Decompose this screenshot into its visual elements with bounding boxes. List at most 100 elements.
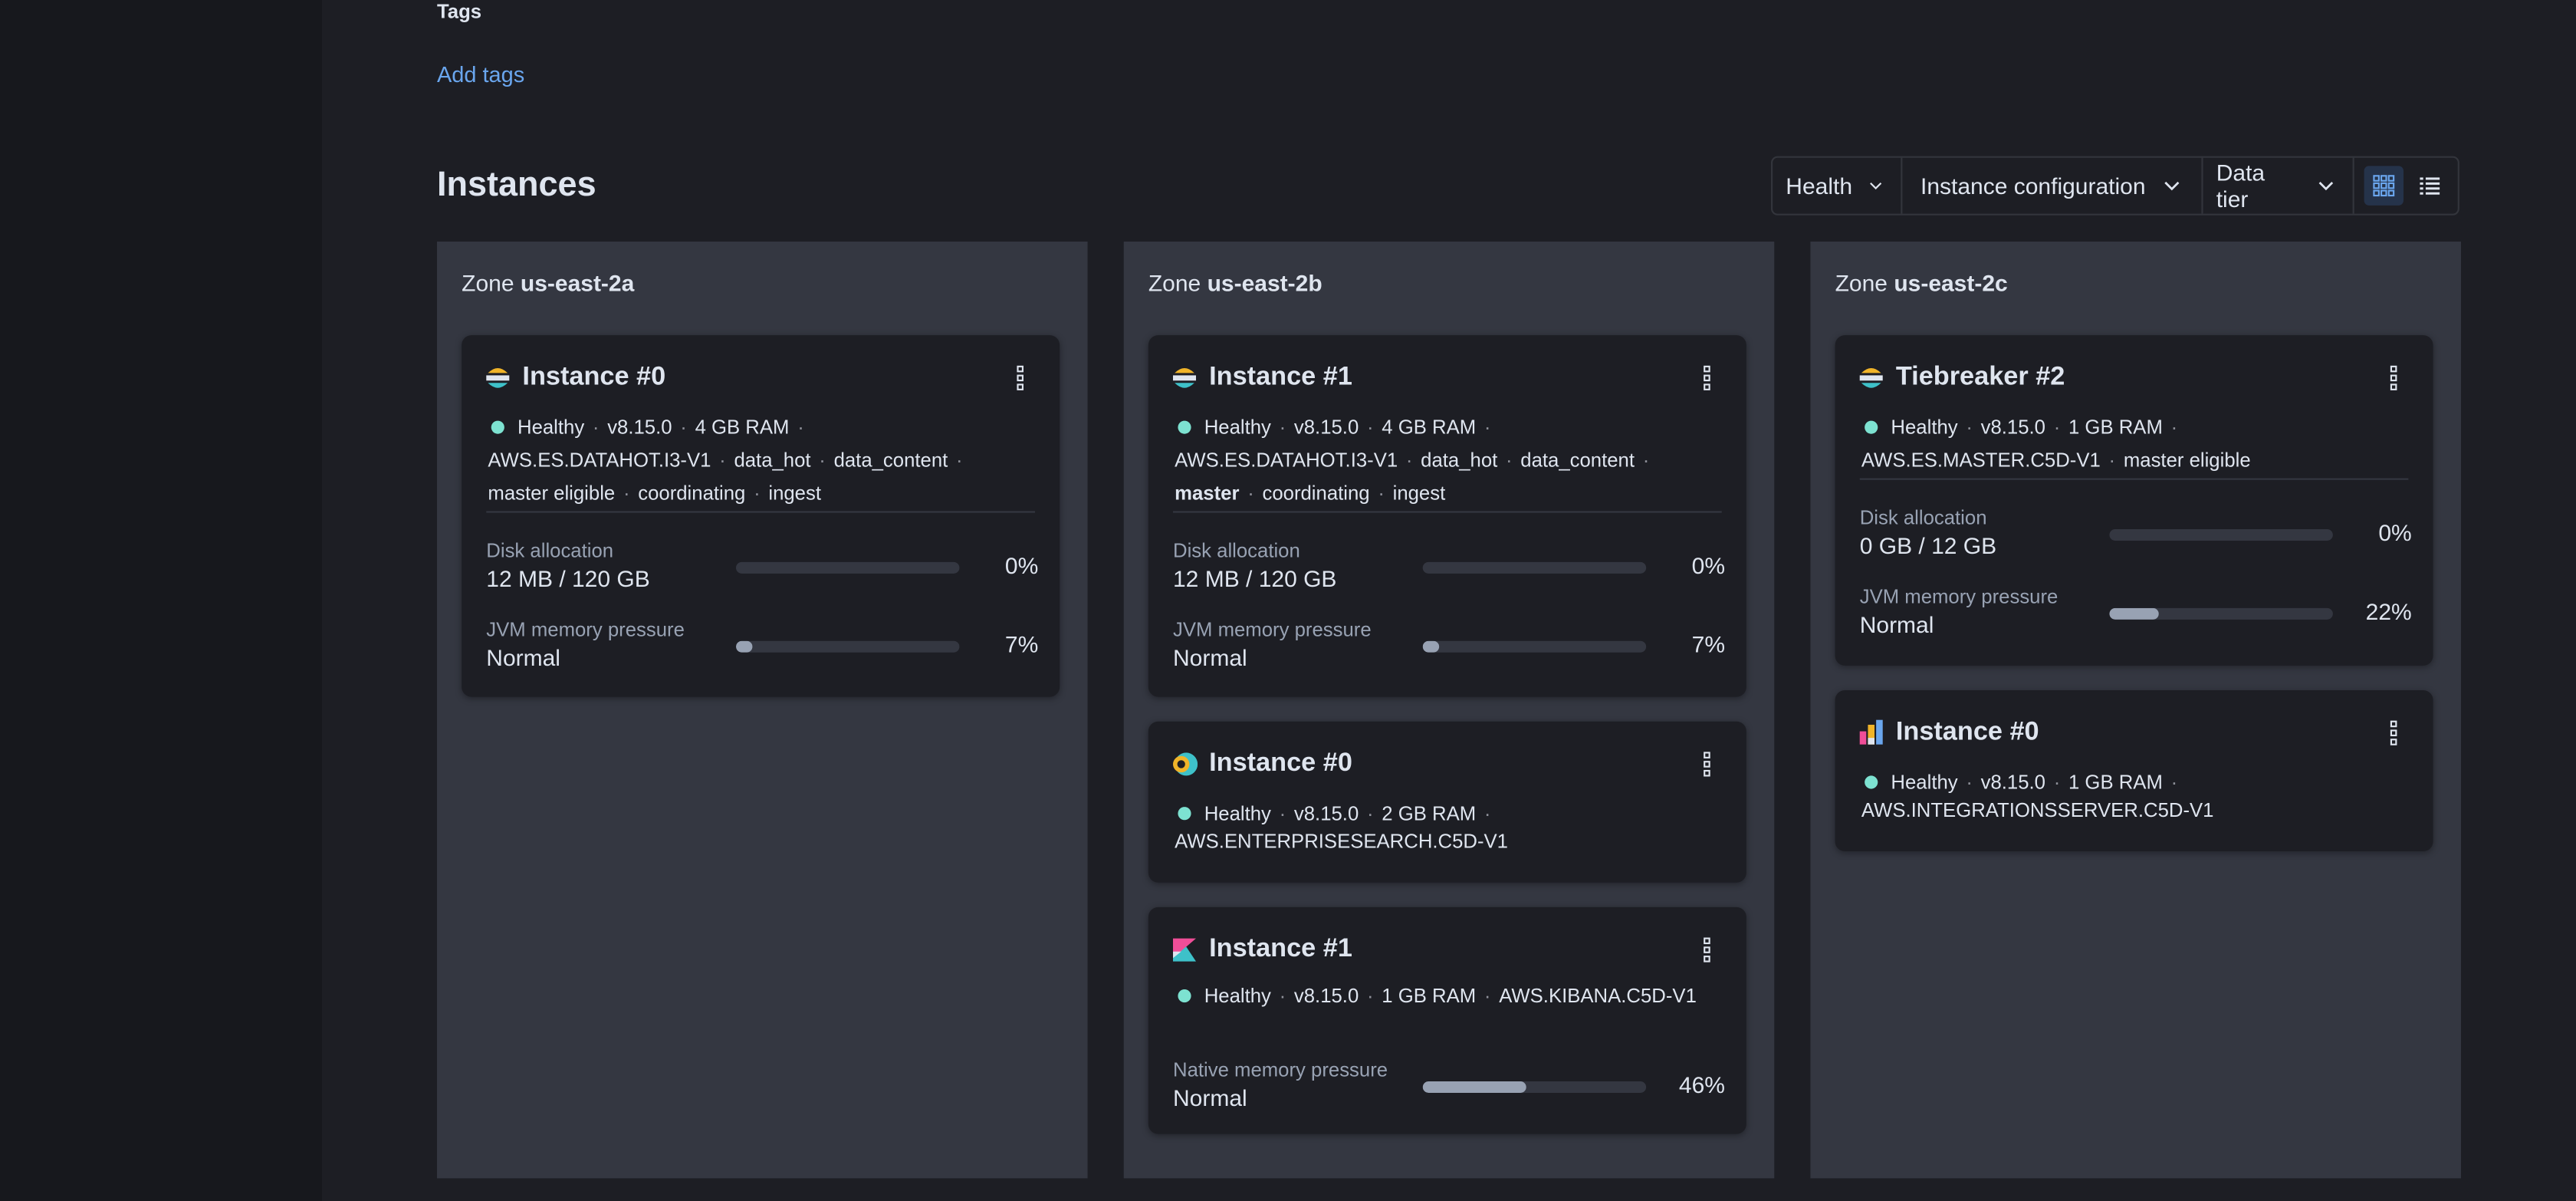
- health-status: Healthy: [1204, 416, 1271, 439]
- metric-label: Disk allocation: [1173, 538, 1300, 562]
- zone-title: Zone us-east-2b: [1148, 269, 1322, 295]
- metric-label: JVM memory pressure: [1859, 584, 2058, 608]
- ram: 1 GB RAM: [2068, 416, 2163, 439]
- list-view-button[interactable]: [2410, 166, 2450, 205]
- tags-label: Tags: [437, 0, 482, 23]
- instance-title: Instance #1: [1209, 363, 1352, 391]
- health-status-icon: [1178, 989, 1191, 1003]
- health-status-icon: [1865, 420, 1878, 434]
- jvm-memory-metric: JVM memory pressure Normal 22%: [1860, 585, 2412, 644]
- health-status-icon: [491, 420, 504, 434]
- ram: 1 GB RAM: [2068, 770, 2163, 794]
- data-tier-filter-button[interactable]: Data tier: [2203, 157, 2354, 214]
- instance-title: Instance #0: [1895, 718, 2039, 746]
- card-header: Instance #1: [1171, 364, 1352, 393]
- role: ingest: [768, 481, 821, 505]
- metric-percent: 0%: [1004, 552, 1039, 579]
- zone-prefix: Zone: [462, 269, 514, 296]
- instance-card[interactable]: Instance #0 Healthy · v8.15.0 · 1 GB RAM · AW…: [1835, 690, 2433, 851]
- progress-fill: [2109, 607, 2159, 620]
- metric-label: Disk allocation: [1859, 506, 1987, 529]
- instance-card[interactable]: Instance #1 Healthy · v8.15.0 · 1 GB RAM · AWS…: [1148, 907, 1746, 1134]
- progress-fill: [1422, 640, 1439, 653]
- progress-bar: [736, 640, 960, 653]
- health-status: Healthy: [1204, 984, 1271, 1008]
- progress-bar: [1422, 1081, 1647, 1093]
- metric-value: 0 GB / 12 GB: [1859, 532, 1997, 559]
- progress-bar: [2109, 607, 2333, 620]
- more-options-icon[interactable]: [1700, 751, 1714, 777]
- progress-fill: [736, 640, 752, 653]
- data-tier-filter-label: Data tier: [2216, 159, 2266, 212]
- zone-us-east-2a: Zone us-east-2a Instance #0 Healthy · v8.1…: [437, 242, 1088, 1179]
- health-status: Healthy: [1891, 416, 1958, 439]
- role: coordinating: [1262, 481, 1370, 505]
- metric-value: Normal: [1859, 611, 1934, 638]
- grid-view-button[interactable]: [2364, 166, 2404, 206]
- add-tags-link[interactable]: Add tags: [437, 62, 524, 87]
- instance-card[interactable]: Instance #0 Healthy · v8.15.0 · 4 GB RAM · AW…: [462, 335, 1060, 697]
- metric-percent: 7%: [1691, 630, 1725, 658]
- instance-config: AWS.ES.DATAHOT.I3-V1: [488, 449, 711, 472]
- more-options-icon[interactable]: [1700, 365, 1714, 391]
- disk-allocation-metric: Disk allocation 0 GB / 12 GB 0%: [1860, 506, 2412, 565]
- health-status: Healthy: [1891, 770, 1958, 794]
- health-status-icon: [1178, 420, 1191, 434]
- ram: 2 GB RAM: [1382, 801, 1477, 825]
- health-filter-button[interactable]: Health: [1773, 157, 1903, 214]
- card-header: Instance #0: [485, 364, 665, 393]
- instance-card[interactable]: Instance #1 Healthy · v8.15.0 · 4 GB RAM · AW…: [1148, 335, 1746, 697]
- role: ingest: [1392, 481, 1446, 505]
- role: data_content: [833, 449, 948, 472]
- metric-label: Native memory pressure: [1173, 1058, 1388, 1081]
- metric-value: 12 MB / 120 GB: [486, 565, 650, 592]
- zone-prefix: Zone: [1835, 269, 1888, 296]
- role: data_hot: [734, 449, 811, 472]
- more-options-icon[interactable]: [2387, 365, 2400, 391]
- instance-meta: Healthy · v8.15.0 · 2 GB RAM · AWS.ENTERPRISE…: [1175, 801, 1509, 854]
- ram: 1 GB RAM: [1382, 984, 1477, 1008]
- ram: 4 GB RAM: [1382, 416, 1477, 439]
- role: master eligible: [488, 481, 616, 505]
- more-options-icon[interactable]: [2387, 720, 2400, 746]
- integrations-server-icon: [1859, 719, 1883, 745]
- zone-name: us-east-2a: [520, 269, 635, 296]
- instance-meta: Healthy · v8.15.0 · 1 GB RAM · AWS.INTEGRATIO…: [1861, 770, 2214, 822]
- health-status: Healthy: [1204, 801, 1271, 825]
- role: data_hot: [1421, 449, 1498, 472]
- instance-meta: Healthy · v8.15.0 · 1 GB RAM · AWS.KIBANA.C5D-…: [1175, 979, 1723, 1012]
- more-options-icon[interactable]: [1014, 365, 1027, 391]
- jvm-memory-metric: JVM memory pressure Normal 7%: [486, 618, 1038, 677]
- metric-label: Disk allocation: [486, 538, 614, 562]
- kibana-icon: [1173, 938, 1196, 962]
- left-sidebar: [0, 0, 324, 1201]
- health-status-icon: [1178, 807, 1191, 821]
- metric-value: Normal: [486, 644, 560, 671]
- metric-label: JVM memory pressure: [486, 617, 685, 641]
- health-status-icon: [1865, 775, 1878, 789]
- instance-configuration-filter-button[interactable]: Instance configuration: [1902, 157, 2203, 214]
- instance-card[interactable]: Tiebreaker #2 Healthy · v8.15.0 · 1 GB RAM · …: [1835, 335, 2433, 666]
- role: data_content: [1520, 449, 1635, 472]
- card-header: Instance #0: [1858, 718, 2039, 748]
- progress-bar: [1422, 561, 1647, 574]
- instance-config: AWS.ENTERPRISESEARCH.C5D-V1: [1175, 830, 1509, 854]
- metric-percent: 7%: [1004, 630, 1039, 658]
- elasticsearch-icon: [1173, 368, 1196, 388]
- view-mode-toggle: [2354, 166, 2456, 206]
- card-header: Tiebreaker #2: [1858, 364, 2065, 393]
- chevron-down-icon: [2164, 181, 2180, 191]
- progress-bar: [2109, 529, 2333, 541]
- list-view-icon: [2420, 177, 2440, 195]
- disk-allocation-metric: Disk allocation 12 MB / 120 GB 0%: [1173, 539, 1725, 598]
- disk-allocation-metric: Disk allocation 12 MB / 120 GB 0%: [486, 539, 1038, 598]
- instance-title: Instance #0: [522, 363, 666, 391]
- ram: 4 GB RAM: [695, 416, 790, 439]
- divider: [486, 511, 1035, 513]
- progress-fill: [1422, 1081, 1526, 1093]
- instance-card[interactable]: Instance #0 Healthy · v8.15.0 · 2 GB RAM · AW…: [1148, 721, 1746, 883]
- more-options-icon[interactable]: [1700, 936, 1714, 962]
- version: v8.15.0: [1293, 416, 1359, 439]
- divider: [1173, 511, 1722, 513]
- instances-title: Instances: [437, 166, 596, 204]
